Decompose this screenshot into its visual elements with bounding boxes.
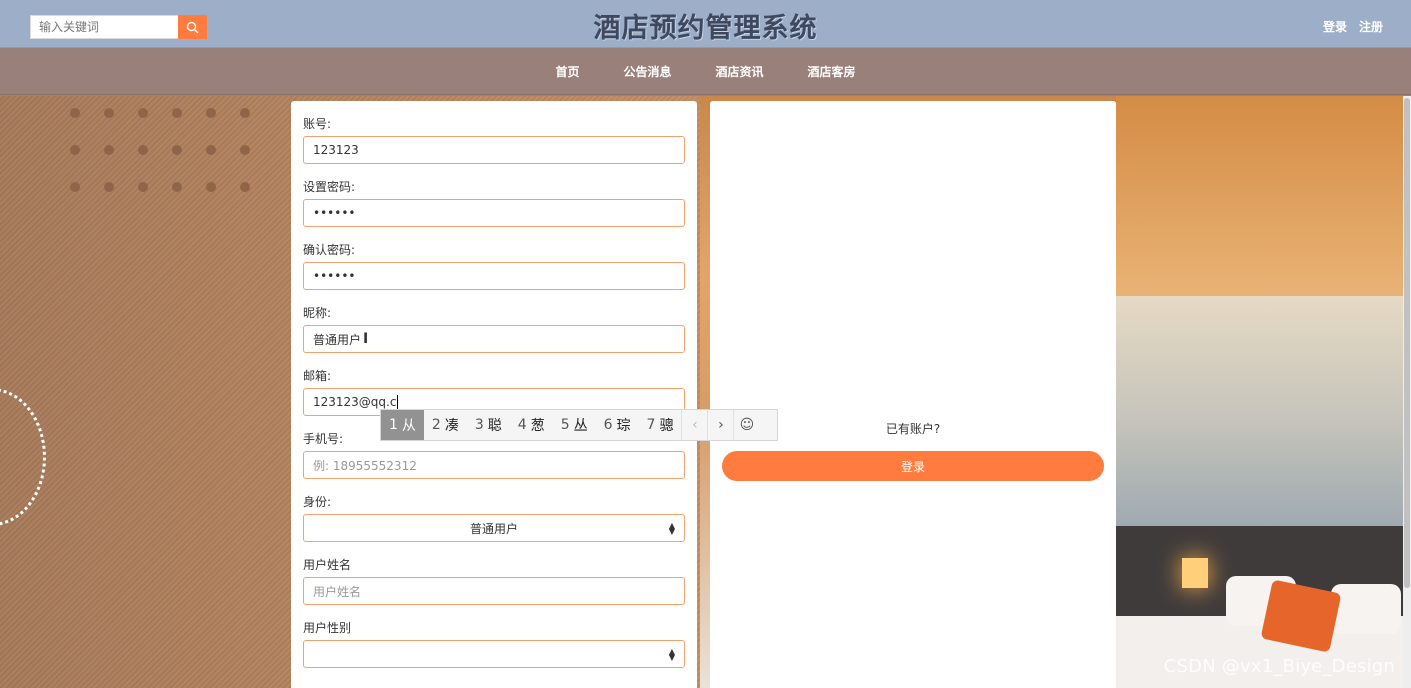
real-name-label: 用户姓名 xyxy=(303,558,352,572)
nav-item-hotel-news[interactable]: 酒店资讯 xyxy=(716,63,764,80)
confirm-password-input[interactable]: •••••• xyxy=(303,262,685,290)
pillow xyxy=(1331,584,1401,634)
ime-candidate[interactable]: 1从 xyxy=(381,410,424,440)
password-input[interactable]: •••••• xyxy=(303,199,685,227)
ime-prev-page-icon[interactable]: ‹ xyxy=(681,410,707,440)
nav-item-home[interactable]: 首页 xyxy=(555,63,579,80)
decorative-dot xyxy=(104,145,114,155)
decorative-dot xyxy=(172,145,182,155)
phone-input[interactable]: 例: 18955552312 xyxy=(303,451,685,479)
nav-item-announcements[interactable]: 公告消息 xyxy=(623,63,671,80)
ime-candidate-bar: 1从 2凑 3聪 4葱 5丛 6琮 7骢 ‹ › ☺ xyxy=(380,409,778,441)
decorative-dot xyxy=(70,145,80,155)
text-cursor-icon: I xyxy=(363,331,369,347)
decorative-dot xyxy=(138,145,148,155)
register-link[interactable]: 注册 xyxy=(1359,18,1383,35)
decorative-dot xyxy=(70,182,80,192)
ime-candidate[interactable]: 6琮 xyxy=(596,410,639,440)
emoji-icon[interactable]: ☺ xyxy=(733,410,759,440)
watermark: CSDN @vx1_Biye_Design xyxy=(1163,656,1395,677)
decorative-dot xyxy=(206,182,216,192)
decorative-dot xyxy=(240,145,250,155)
main-nav: 首页 公告消息 酒店资讯 酒店客房 xyxy=(0,48,1411,95)
ime-candidate[interactable]: 3聪 xyxy=(467,410,510,440)
phone-label: 手机号: xyxy=(303,432,344,446)
confirm-password-label: 确认密码: xyxy=(303,243,356,257)
decorative-dot xyxy=(104,182,114,192)
account-input[interactable]: 123123 xyxy=(303,136,685,164)
email-label: 邮箱: xyxy=(303,369,332,383)
site-title: 酒店预约管理系统 xyxy=(593,13,818,44)
select-arrows-icon: ▲ ▼ xyxy=(668,647,675,662)
top-header: 酒店预约管理系统 登录 注册 xyxy=(0,0,1411,48)
decorative-dot xyxy=(104,108,114,118)
identity-label: 身份: xyxy=(303,495,332,509)
register-form: 账号: 123123 设置密码: •••••• 确认密码: •••••• 昵称:… xyxy=(291,101,697,688)
ime-candidate[interactable]: 2凑 xyxy=(424,410,467,440)
auth-links: 登录 注册 xyxy=(1323,18,1383,35)
ime-next-page-icon[interactable]: › xyxy=(707,410,733,440)
decorative-dot xyxy=(240,108,250,118)
identity-value: 普通用户 xyxy=(469,521,518,536)
wall-lamp xyxy=(1182,558,1208,588)
decorative-dot xyxy=(138,182,148,192)
decorative-dot xyxy=(240,182,250,192)
select-arrows-icon: ▲ ▼ xyxy=(668,521,675,536)
nickname-label: 昵称: xyxy=(303,306,332,320)
gender-select[interactable]: ▲ ▼ xyxy=(303,640,685,668)
hotel-room-image xyxy=(1116,96,1411,688)
login-button[interactable]: 登录 xyxy=(722,451,1104,481)
ime-candidate[interactable]: 7骢 xyxy=(639,410,682,440)
decorative-dot xyxy=(138,108,148,118)
nickname-input[interactable]: 普通用户 I xyxy=(303,325,685,353)
decorative-dot xyxy=(172,108,182,118)
email-value: 123123@qq.c xyxy=(313,395,397,409)
scrollbar-thumb[interactable] xyxy=(1404,98,1410,588)
decorative-dot xyxy=(70,108,80,118)
password-label: 设置密码: xyxy=(303,180,356,194)
gender-label: 用户性别 xyxy=(303,621,352,635)
decorative-dots xyxy=(70,108,260,198)
identity-select[interactable]: 普通用户 ▲ ▼ xyxy=(303,514,685,542)
wall-mural xyxy=(1116,296,1411,526)
login-side-panel: 已有账户? 登录 xyxy=(710,101,1116,688)
ime-candidate[interactable]: 5丛 xyxy=(553,410,596,440)
decorative-dot xyxy=(206,108,216,118)
nickname-value: 普通用户 xyxy=(313,332,362,347)
text-caret xyxy=(397,395,399,409)
nav-item-hotel-rooms[interactable]: 酒店客房 xyxy=(808,63,856,80)
account-label: 账号: xyxy=(303,117,332,131)
login-link[interactable]: 登录 xyxy=(1323,18,1347,35)
real-name-input[interactable]: 用户姓名 xyxy=(303,577,685,605)
page-scrollbar[interactable] xyxy=(1403,96,1411,688)
decorative-dot xyxy=(172,182,182,192)
decorative-dot xyxy=(206,145,216,155)
ime-candidate[interactable]: 4葱 xyxy=(510,410,553,440)
